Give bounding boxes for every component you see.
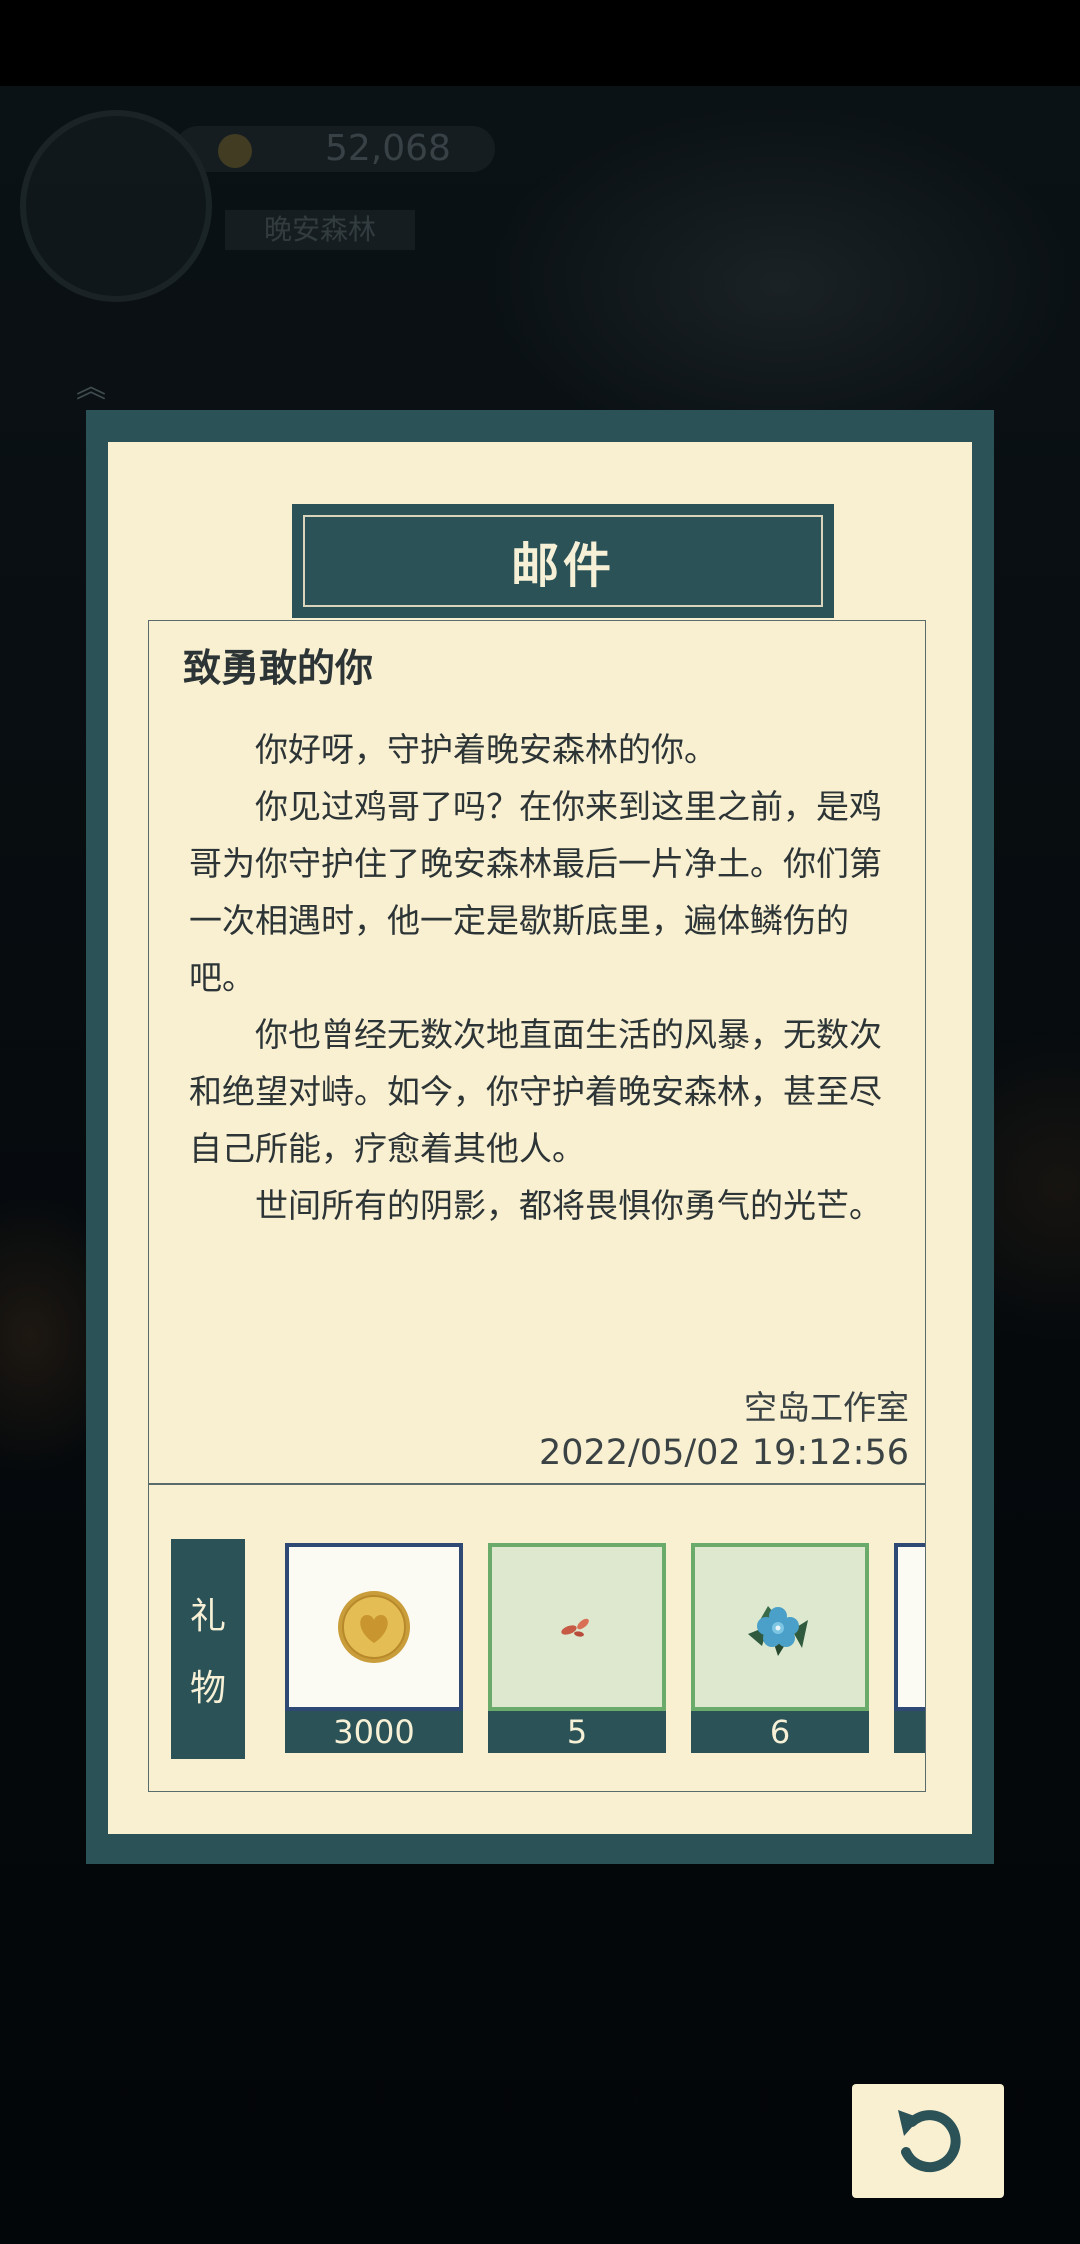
coin-amount: 52,068 <box>325 128 451 169</box>
letter-sender: 空岛工作室 <box>744 1388 909 1427</box>
gift-item-flower[interactable]: 6 <box>691 1543 869 1753</box>
blue-flower-icon <box>748 1606 808 1656</box>
mail-dialog: 邮件 致勇敢的你 你好呀，守护着晚安森林的你。 你见过鸡哥了吗？在你来到这里之前… <box>86 410 994 1864</box>
gift-slot <box>894 1543 925 1711</box>
gift-slot <box>691 1543 869 1711</box>
letter-paragraph: 世间所有的阴影，都将畏惧你勇气的光芒。 <box>255 1186 882 1225</box>
letter-body: 你好呀，守护着晚安森林的你。 你见过鸡哥了吗？在你来到这里之前，是鸡哥为你守护住… <box>189 721 911 1234</box>
gift-label-top: 礼 <box>189 1596 226 1637</box>
gift-label: 礼 物 <box>171 1539 245 1759</box>
avatar <box>20 110 212 302</box>
gift-count: 3000 <box>285 1711 463 1753</box>
double-chevron-up-icon: ︽ <box>76 370 106 405</box>
gift-label-bottom: 物 <box>189 1668 226 1709</box>
coin-icon <box>218 134 252 168</box>
back-button[interactable] <box>852 2084 1004 2198</box>
gift-item-partial[interactable] <box>894 1543 925 1753</box>
gift-item-seeds[interactable]: 5 <box>488 1543 666 1753</box>
return-arrow-icon <box>898 2110 961 2173</box>
status-bar <box>0 0 1080 86</box>
gift-area[interactable]: 礼 物 3000 5 6 <box>149 1485 925 1791</box>
letter-paragraph: 你见过鸡哥了吗？在你来到这里之前，是鸡哥为你守护住了晚安森林最后一片净土。你们第… <box>189 787 882 997</box>
mail-title-bar: 邮件 <box>292 504 834 618</box>
mail-title: 邮件 <box>303 515 823 607</box>
mail-paper: 邮件 致勇敢的你 你好呀，守护着晚安森林的你。 你见过鸡哥了吗？在你来到这里之前… <box>108 442 972 1834</box>
gift-count <box>894 1711 925 1753</box>
background-hud: 52,068 晚安森林 <box>20 110 500 340</box>
letter-paragraph: 你也曾经无数次地直面生活的风暴，无数次和绝望对峙。如今，你守护着晚安森林，甚至尽… <box>189 1015 882 1168</box>
gift-count: 5 <box>488 1711 666 1753</box>
letter-heading: 致勇敢的你 <box>183 646 374 690</box>
location-tag: 晚安森林 <box>225 210 415 250</box>
gift-slot <box>488 1543 666 1711</box>
heart-coin-icon <box>338 1591 410 1663</box>
gift-item-coin[interactable]: 3000 <box>285 1543 463 1753</box>
seeds-icon <box>561 1618 589 1637</box>
letter-panel: 致勇敢的你 你好呀，守护着晚安森林的你。 你见过鸡哥了吗？在你来到这里之前，是鸡… <box>148 620 926 1792</box>
gift-slot <box>285 1543 463 1711</box>
letter-datetime: 2022/05/02 19:12:56 <box>538 1433 909 1473</box>
letter-paragraph: 你好呀，守护着晚安森林的你。 <box>255 730 717 769</box>
gift-count: 6 <box>691 1711 869 1753</box>
